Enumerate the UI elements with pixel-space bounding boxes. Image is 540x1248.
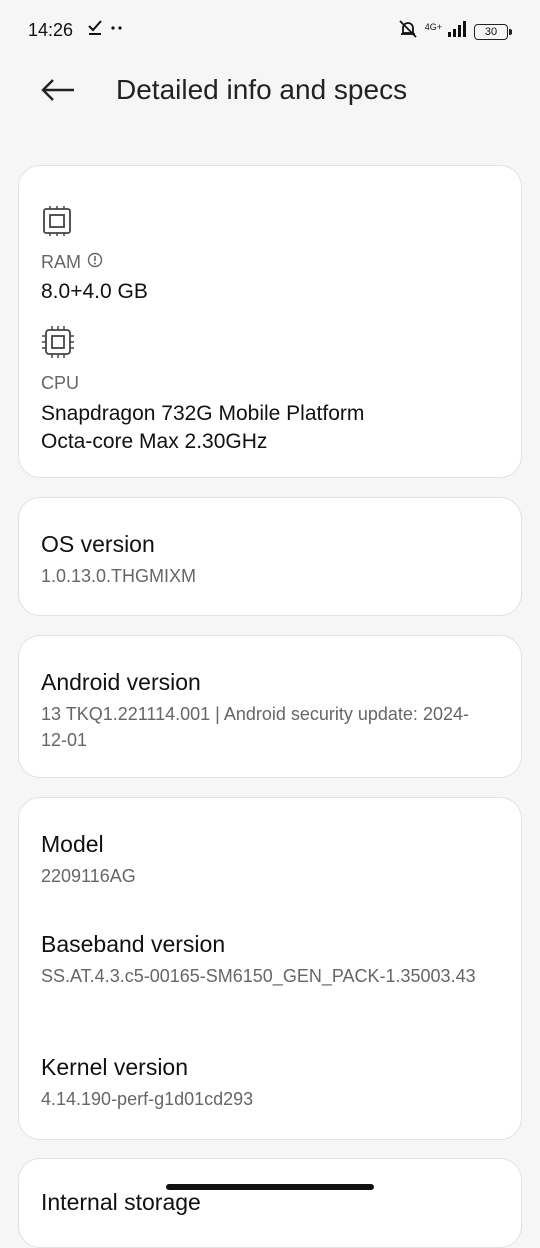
app-header: Detailed info and specs [0, 62, 540, 122]
home-indicator[interactable] [166, 1184, 374, 1190]
more-dots-icon [110, 20, 124, 39]
model-value: 2209116AG [41, 866, 136, 886]
specs-card: RAM 8.0+4.0 GB CPU Snapdragon 732G Mobil… [18, 165, 522, 478]
ram-label: RAM [41, 252, 103, 273]
check-download-icon [86, 18, 104, 41]
arrow-left-icon [40, 78, 76, 107]
ram-chip-icon [41, 204, 75, 238]
status-time: 14:26 [28, 20, 74, 40]
cpu-value-line1: Snapdragon 732G Mobile Platform [41, 402, 365, 425]
baseband-value: SS.AT.4.3.c5-00165-SM6150_GEN_PACK-1.350… [41, 966, 476, 986]
status-left-icons [86, 18, 124, 41]
baseband-title: Baseband version [41, 931, 226, 957]
status-bar: 14:26 4G+ 30 [0, 0, 540, 62]
os-version-title: OS version [41, 531, 155, 557]
os-version-value: 1.0.13.0.THGMIXM [41, 566, 197, 586]
kernel-title: Kernel version [41, 1054, 189, 1080]
android-version-title: Android version [41, 669, 201, 695]
device-info-card: Model 2209116AG Baseband version SS.AT.4… [18, 797, 522, 1140]
status-right-icons: 4G+ 30 [397, 18, 512, 45]
battery-icon: 30 [474, 23, 512, 40]
internal-storage-card[interactable]: Internal storage [18, 1158, 522, 1248]
back-button[interactable] [38, 72, 78, 112]
page-title: Detailed info and specs [116, 74, 408, 105]
android-version-value: 13 TKQ1.221114.001 | Android security up… [41, 704, 469, 750]
os-version-card[interactable]: OS version 1.0.13.0.THGMIXM [18, 497, 522, 616]
signal-icon [448, 21, 468, 42]
model-title: Model [41, 831, 104, 857]
kernel-value: 4.14.190-perf-g1d01cd293 [41, 1089, 254, 1109]
android-version-card[interactable]: Android version 13 TKQ1.221114.001 | And… [18, 635, 522, 778]
cpu-value-line2: Octa-core Max 2.30GHz [41, 430, 268, 453]
silent-bell-icon [397, 18, 419, 45]
info-icon[interactable] [87, 252, 103, 273]
cpu-label: CPU [41, 373, 80, 393]
ram-value: 8.0+4.0 GB [41, 280, 148, 303]
ram-label-text: RAM [41, 252, 81, 272]
internal-storage-title: Internal storage [41, 1189, 201, 1215]
network-type: 4G+ [424, 22, 442, 32]
cpu-chip-icon [41, 325, 75, 359]
